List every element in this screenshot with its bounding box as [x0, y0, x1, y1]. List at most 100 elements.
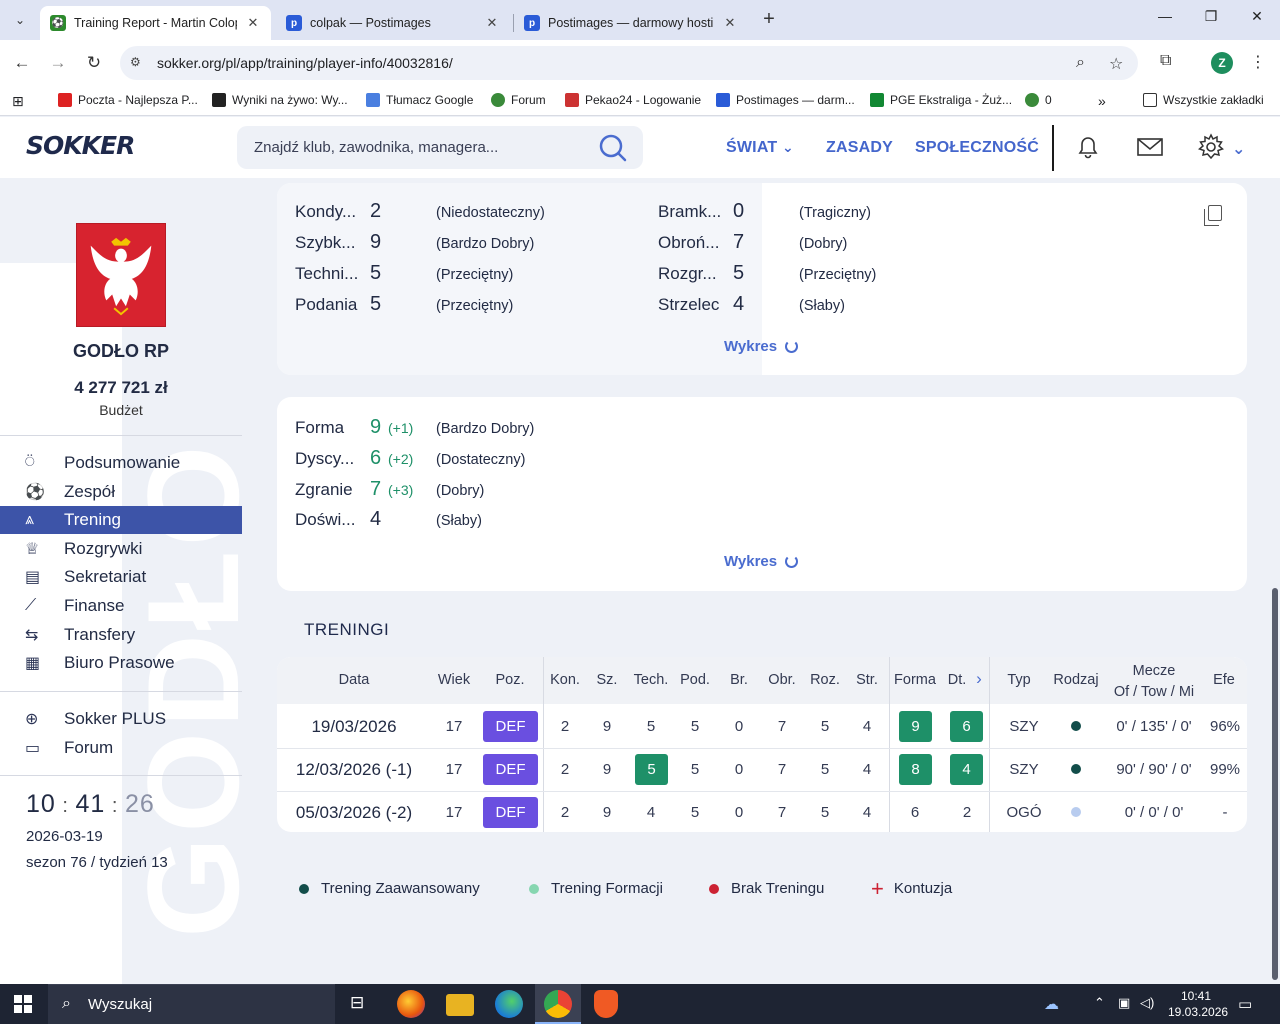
close-tab-icon[interactable]: ✕ [722, 15, 738, 31]
sidebar-item-podsumowanie[interactable]: ⍥ Podsumowanie [0, 449, 242, 477]
nav-zasady[interactable]: ZASADY [826, 139, 893, 157]
bookmark-favicon-icon [565, 93, 579, 107]
col-header-kon[interactable]: Kon. [545, 672, 585, 688]
network-icon[interactable]: ▣ [1118, 995, 1130, 1011]
bookmark-item[interactable]: Postimages — darm... [716, 93, 855, 107]
search-icon: ⌕ [62, 995, 71, 1012]
sidebar-item-sokker-plus[interactable]: ⊕ Sokker PLUS [0, 705, 242, 733]
apps-grid-icon[interactable]: ⊞ [12, 93, 24, 110]
profile-avatar[interactable]: Z [1211, 52, 1233, 74]
bell-icon[interactable] [1074, 133, 1102, 161]
col-header-str[interactable]: Str. [847, 672, 887, 688]
training-kind-dot [1071, 721, 1081, 731]
tab-postimages[interactable]: p Postimages — darmowy hosting ✕ [514, 6, 748, 40]
club-name[interactable]: GODŁO RP [0, 341, 242, 362]
all-bookmarks-folder[interactable]: Wszystkie zakładki [1143, 93, 1264, 107]
sidebar-item-rozgrywki[interactable]: ♕ Rozgrywki [0, 535, 242, 563]
taskbar-search[interactable]: ⌕ Wyszukaj [48, 984, 335, 1024]
clock-separator: : [55, 795, 76, 817]
legend-label: Trening Formacji [551, 880, 663, 897]
col-header-br[interactable]: Br. [721, 672, 757, 688]
zoom-icon[interactable]: ⌕ [1076, 54, 1085, 72]
new-tab-button[interactable]: + [758, 8, 780, 32]
form-chart-link[interactable]: Wykres [724, 553, 799, 570]
col-header-sz[interactable]: Sz. [589, 672, 625, 688]
col-header-obr[interactable]: Obr. [762, 672, 802, 688]
site-search-input[interactable]: Znajdź klub, zawodnika, managera... [237, 126, 643, 169]
sidebar-item-sekretariat[interactable]: ▤ Sekretariat [0, 563, 242, 591]
tab-training-report[interactable]: ⚽ Training Report - Martin Colopa ✕ [40, 6, 271, 40]
col-header-wiek[interactable]: Wiek [434, 672, 474, 688]
page-scrollbar[interactable] [1270, 178, 1280, 984]
bookmark-item[interactable]: Tłumacz Google [366, 93, 473, 107]
club-crest-eagle-icon[interactable] [76, 223, 166, 327]
col-header-tech[interactable]: Tech. [630, 672, 672, 688]
bookmark-item[interactable]: Poczta - Najlepsza P... [58, 93, 198, 107]
col-header-poz[interactable]: Poz. [490, 672, 530, 688]
sokker-logo[interactable]: SOKKER [26, 131, 135, 160]
settings-chevron-icon[interactable]: ⌄ [1232, 139, 1246, 159]
sidebar-item-zespol[interactable]: ⚽ Zespół [0, 478, 242, 506]
sidebar-item-transfery[interactable]: ⇆ Transfery [0, 621, 242, 649]
bookmark-star-icon[interactable]: ☆ [1109, 54, 1123, 74]
brave-icon[interactable] [594, 990, 618, 1018]
bookmark-label: Pekao24 - Logowanie [585, 93, 702, 107]
chrome-icon[interactable] [544, 990, 572, 1018]
tray-chevron-up-icon[interactable]: ⌃ [1094, 995, 1105, 1011]
back-button[interactable]: ← [11, 52, 33, 74]
chevron-right-icon[interactable]: › [971, 669, 987, 689]
col-header-mecze[interactable]: Mecze Of / Tow / Mi [1103, 661, 1205, 703]
close-window-button[interactable]: ✕ [1237, 8, 1277, 25]
col-header-roz[interactable]: Roz. [805, 672, 845, 688]
notifications-icon[interactable]: ▭ [1238, 995, 1252, 1013]
file-explorer-icon[interactable] [446, 994, 474, 1016]
bookmark-item[interactable]: 0 [1025, 93, 1052, 107]
firefox-icon[interactable] [397, 990, 425, 1018]
windows-start-icon[interactable] [14, 995, 32, 1013]
bookmark-item[interactable]: Pekao24 - Logowanie [565, 93, 701, 107]
task-view-icon[interactable]: ⊟ [350, 993, 364, 1013]
skills-chart-link[interactable]: Wykres [724, 338, 799, 355]
close-tab-icon[interactable]: ✕ [245, 15, 261, 31]
more-bookmarks-icon[interactable]: » [1098, 93, 1106, 109]
restore-button[interactable]: ❐ [1191, 8, 1231, 25]
close-tab-icon[interactable]: ✕ [484, 15, 500, 31]
address-bar[interactable]: ⚙ sokker.org/pl/app/training/player-info… [120, 46, 1138, 80]
forward-button[interactable]: → [47, 52, 69, 74]
col-header-dt[interactable]: Dt. [944, 672, 970, 688]
col-header-efe[interactable]: Efe [1209, 672, 1239, 688]
tab-colpak[interactable]: p colpak — Postimages ✕ [276, 6, 510, 40]
edge-icon[interactable] [495, 990, 523, 1018]
extensions-icon[interactable]: ⧉ [1160, 52, 1171, 70]
nav-swiat[interactable]: ŚWIAT ⌄ [726, 139, 794, 157]
site-info-icon[interactable]: ⚙ [130, 55, 146, 71]
gear-icon[interactable] [1197, 133, 1225, 161]
sidebar-item-forum[interactable]: ▭ Forum [0, 734, 242, 762]
sidebar-item-trening[interactable]: ⩓ Trening [0, 506, 242, 534]
mail-icon[interactable] [1136, 133, 1164, 161]
taskbar-time: 10:41 [1180, 989, 1212, 1003]
nav-spolecznosc[interactable]: SPOŁECZNOŚĆ [915, 139, 1039, 157]
tab-search-button[interactable]: ⌄ [8, 8, 32, 32]
search-icon[interactable] [599, 134, 627, 162]
bookmark-item[interactable]: Forum [491, 93, 546, 107]
scrollbar-thumb[interactable] [1272, 588, 1278, 980]
weather-icon[interactable]: ☁ [1044, 995, 1059, 1013]
bookmark-item[interactable]: Wyniki na żywo: Wy... [212, 93, 348, 107]
sidebar-item-biuro-prasowe[interactable]: ▦ Biuro Prasowe [0, 649, 242, 677]
col-header-typ[interactable]: Typ [1002, 672, 1036, 688]
sidebar-item-finanse[interactable]: ⟋ Finanse [0, 592, 242, 620]
col-header-rodzaj[interactable]: Rodzaj [1050, 672, 1102, 688]
col-header-pod[interactable]: Pod. [675, 672, 715, 688]
minimize-button[interactable]: — [1145, 8, 1185, 24]
bookmark-item[interactable]: PGE Ekstraliga - Żuż... [870, 93, 1012, 107]
volume-icon[interactable]: ◁) [1140, 995, 1154, 1011]
browser-menu-icon[interactable]: ⋮ [1250, 52, 1266, 72]
taskbar-clock[interactable]: 10:41 19.03.2026 [1168, 988, 1228, 1020]
bookmark-label: Tłumacz Google [386, 93, 474, 107]
col-header-data[interactable]: Data [329, 672, 379, 688]
copy-icon[interactable] [1204, 205, 1222, 226]
reload-button[interactable]: ↻ [83, 52, 105, 74]
col-header-forma[interactable]: Forma [891, 672, 939, 688]
form-desc: (Dostateczny) [436, 452, 526, 468]
